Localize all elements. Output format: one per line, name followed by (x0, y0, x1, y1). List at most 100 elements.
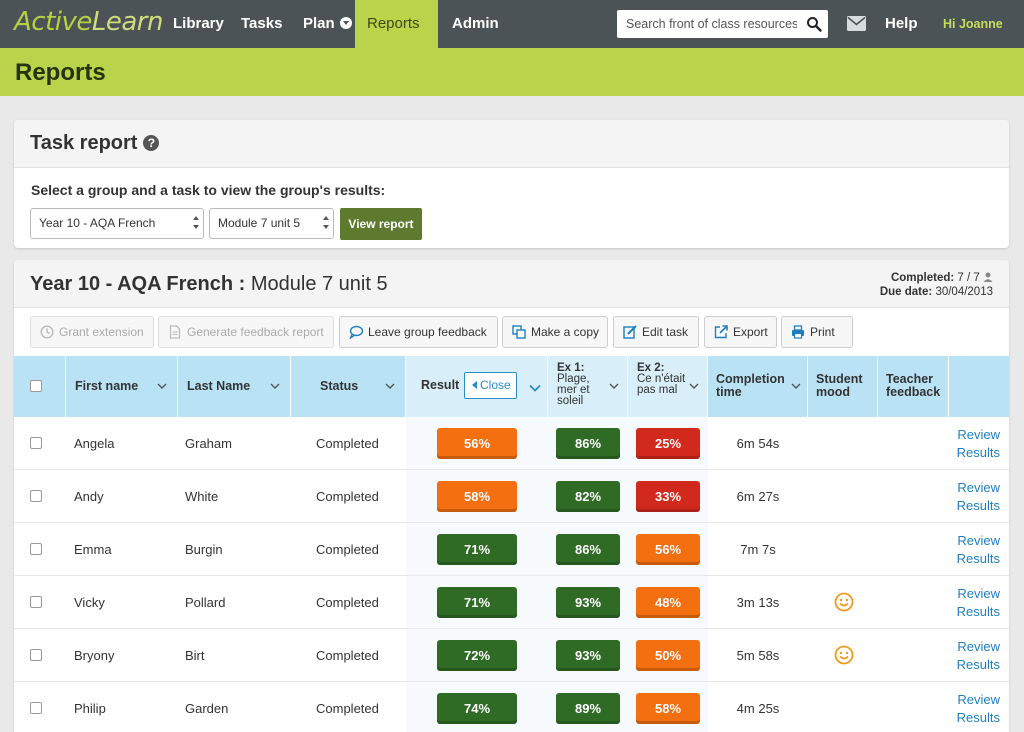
ex1-score: 93% (556, 640, 620, 671)
user-greeting[interactable]: Hi Joanne (943, 0, 1003, 48)
ex1-score: 86% (556, 534, 620, 565)
ex1-header-title: Plage, mer et soleil (557, 373, 590, 407)
completion-time-cell: 6m 54s (736, 436, 780, 451)
review-results-link[interactable]: Review Results (934, 426, 1000, 462)
first-name-cell: Philip (74, 701, 106, 716)
chevron-down-icon (689, 383, 699, 389)
nav-reports[interactable]: Reports (355, 0, 438, 77)
ex1-score: 93% (556, 587, 620, 618)
due-date-value: 30/04/2013 (935, 286, 993, 298)
row-checkbox[interactable] (30, 596, 42, 608)
activelearn-logo[interactable]: ActiveLearn (14, 7, 163, 37)
nav-reports-label: Reports (367, 15, 420, 32)
chevron-down-icon[interactable] (529, 384, 541, 392)
search-box (617, 10, 828, 38)
table-row: Philip Garden Completed 74% 89% 58% 4m 25s Revi… (14, 682, 1009, 732)
table-row: Emma Burgin Completed 71% 86% 56% 7m 7s Review R… (14, 523, 1009, 576)
close-results-button[interactable]: Close (464, 372, 517, 399)
ex2-header-title: Ce n'était pas mal (637, 373, 686, 396)
result-score: 74% (437, 693, 517, 724)
print-button[interactable]: Print (781, 316, 853, 348)
header-completion-time[interactable]: Completion time (708, 356, 808, 417)
nav-tasks[interactable]: Tasks (229, 0, 294, 48)
ex1-score: 82% (556, 481, 620, 512)
page-header: Reports (0, 48, 1024, 96)
header-ex2[interactable]: Ex 2: Ce n'était pas mal (628, 356, 708, 417)
generate-feedback-button[interactable]: Generate feedback report (158, 316, 334, 348)
select-arrows-icon (193, 216, 199, 230)
review-results-link[interactable]: Review Results (934, 691, 1000, 727)
external-link-icon (714, 325, 728, 339)
review-link-line2: Results (956, 657, 1000, 672)
search-icon[interactable] (806, 16, 822, 32)
chevron-down-icon (791, 383, 801, 389)
row-checkbox[interactable] (30, 702, 42, 714)
select-all-checkbox[interactable] (30, 380, 42, 392)
completion-time-cell: 3m 13s (736, 595, 780, 610)
review-link-line1: Review (957, 427, 1000, 442)
row-checkbox[interactable] (30, 490, 42, 502)
logo-active-text: Active (14, 7, 92, 37)
top-nav: ActiveLearn Library Tasks Plan Reports A… (0, 0, 1024, 77)
row-checkbox[interactable] (30, 437, 42, 449)
row-checkbox[interactable] (30, 543, 42, 555)
task-select[interactable]: Module 7 unit 5 (209, 208, 334, 239)
ex2-score: 56% (636, 534, 700, 565)
header-select-all (14, 356, 66, 417)
first-name-cell: Angela (74, 436, 115, 451)
make-copy-button[interactable]: Make a copy (502, 316, 608, 348)
nav-admin-label: Admin (452, 15, 499, 32)
close-button-label: Close (480, 378, 511, 392)
leave-feedback-label: Leave group feedback (368, 325, 487, 339)
report-meta: Completed: 7 / 7 Due date: 30/04/2013 (880, 271, 993, 299)
view-report-button[interactable]: View report (340, 208, 422, 240)
nav-library[interactable]: Library (161, 0, 236, 48)
review-results-link[interactable]: Review Results (934, 479, 1000, 515)
status-cell: Completed (316, 648, 379, 663)
grant-extension-button[interactable]: Grant extension (30, 316, 154, 348)
last-name-cell: Pollard (185, 595, 226, 610)
header-first-name[interactable]: First name (66, 356, 178, 417)
row-checkbox[interactable] (30, 649, 42, 661)
nav-plan[interactable]: Plan (291, 0, 364, 48)
edit-icon (623, 325, 637, 339)
report-group-name: Year 10 - AQA French (30, 273, 234, 295)
smile-icon (834, 645, 854, 665)
ex1-score: 86% (556, 428, 620, 459)
export-button[interactable]: Export (704, 316, 777, 348)
table-row: Vicky Pollard Completed 71% 93% 48% 3m 13s Revi… (14, 576, 1009, 629)
mail-icon[interactable] (847, 16, 866, 31)
task-select-value: Module 7 unit 5 (218, 216, 301, 230)
help-link[interactable]: Help (885, 0, 918, 48)
last-name-cell: Birt (185, 648, 205, 663)
first-name-cell: Andy (74, 489, 104, 504)
chevron-down-icon (157, 383, 167, 389)
question-icon[interactable]: ? (143, 135, 160, 151)
result-score: 71% (437, 587, 517, 618)
review-results-link[interactable]: Review Results (934, 532, 1000, 568)
header-ex1[interactable]: Ex 1: Plage, mer et soleil (548, 356, 628, 417)
search-input[interactable] (617, 10, 797, 38)
header-last-name[interactable]: Last Name (178, 356, 291, 417)
header-status[interactable]: Status (291, 356, 406, 417)
nav-admin[interactable]: Admin (440, 0, 511, 48)
task-report-title: Task report? (30, 132, 160, 155)
last-name-cell: White (185, 489, 219, 504)
clock-icon (40, 325, 54, 339)
leave-group-feedback-button[interactable]: Leave group feedback (339, 316, 498, 348)
last-name-cell: Burgin (185, 542, 223, 557)
copy-icon (512, 325, 526, 339)
group-report-panel: Year 10 - AQA French : Module 7 unit 5 C… (14, 260, 1009, 732)
ex2-score: 48% (636, 587, 700, 618)
group-select-value: Year 10 - AQA French (39, 216, 156, 230)
group-select[interactable]: Year 10 - AQA French (30, 208, 204, 239)
ex2-header-text: Ex 2: Ce n'était pas mal (637, 362, 687, 396)
first-name-cell: Vicky (74, 595, 105, 610)
print-label: Print (810, 325, 835, 339)
report-toolbar: Grant extension Generate feedback report… (14, 316, 1009, 350)
task-report-title-text: Task report (30, 132, 138, 154)
edit-task-button[interactable]: Edit task (613, 316, 699, 348)
review-results-link[interactable]: Review Results (934, 585, 1000, 621)
review-link-line2: Results (956, 498, 1000, 513)
review-results-link[interactable]: Review Results (934, 638, 1000, 674)
